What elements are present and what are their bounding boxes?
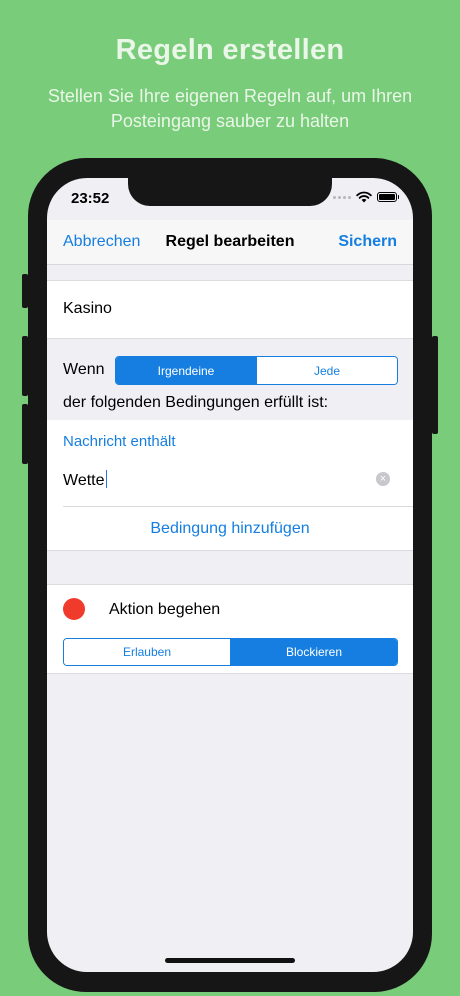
segment-allow[interactable]: Erlauben [64, 639, 230, 665]
clear-circle-icon[interactable]: × [376, 472, 390, 486]
divider [47, 673, 413, 674]
action-label: Aktion begehen [109, 601, 221, 618]
segment-any[interactable]: Irgendeine [116, 357, 256, 384]
rule-name-cell[interactable]: Kasino [47, 281, 413, 338]
navigation-bar: Abbrechen Regel bearbeiten Sichern [47, 220, 413, 265]
rule-name-input[interactable]: Kasino [63, 300, 112, 318]
divider [47, 338, 413, 339]
hero-title: Regeln erstellen [115, 34, 345, 66]
divider [47, 550, 413, 551]
segment-all[interactable]: Jede [256, 357, 397, 384]
divider [63, 506, 413, 507]
status-icons [333, 191, 399, 203]
when-label: Wenn [63, 361, 105, 378]
hero-subtitle: Stellen Sie Ihre eigenen Regeln auf, um … [20, 84, 440, 134]
add-condition-button[interactable]: Bedingung hinzufügen [47, 520, 413, 538]
match-type-segmented-control[interactable]: Irgendeine Jede [115, 356, 398, 385]
save-button[interactable]: Sichern [338, 233, 397, 251]
mute-switch [22, 274, 28, 308]
text-cursor [105, 470, 107, 488]
condition-value-input[interactable]: Wette [63, 470, 107, 490]
notch [128, 178, 332, 206]
battery-icon [377, 192, 399, 202]
divider [47, 584, 413, 585]
action-segmented-control[interactable]: Erlauben Blockieren [63, 638, 398, 666]
power-button [432, 336, 438, 434]
phone-screen: 23:52 Abbrechen Regel bearbeiten Sichern… [47, 178, 413, 972]
conditions-suffix-label: der folgenden Bedingungen erfüllt ist: [63, 394, 329, 411]
home-indicator[interactable] [165, 958, 295, 963]
condition-value-text: Wette [63, 472, 105, 489]
hero-subtitle-line1: Stellen Sie Ihre eigenen Regeln auf, um … [47, 86, 413, 106]
condition-section: Nachricht enthält Wette × Bedingung hinz… [47, 420, 413, 550]
signal-dots-icon [333, 195, 351, 199]
action-section: Aktion begehen Erlauben Blockieren [47, 585, 413, 673]
volume-up-button [22, 336, 28, 396]
condition-type-button[interactable]: Nachricht enthält [63, 433, 176, 450]
hero-subtitle-line2: Posteingang sauber zu halten [110, 111, 350, 131]
wifi-icon [356, 191, 372, 203]
divider [47, 280, 413, 281]
action-color-dot[interactable] [63, 598, 85, 620]
volume-down-button [22, 404, 28, 464]
segment-block[interactable]: Blockieren [230, 639, 397, 665]
status-time: 23:52 [71, 190, 110, 207]
